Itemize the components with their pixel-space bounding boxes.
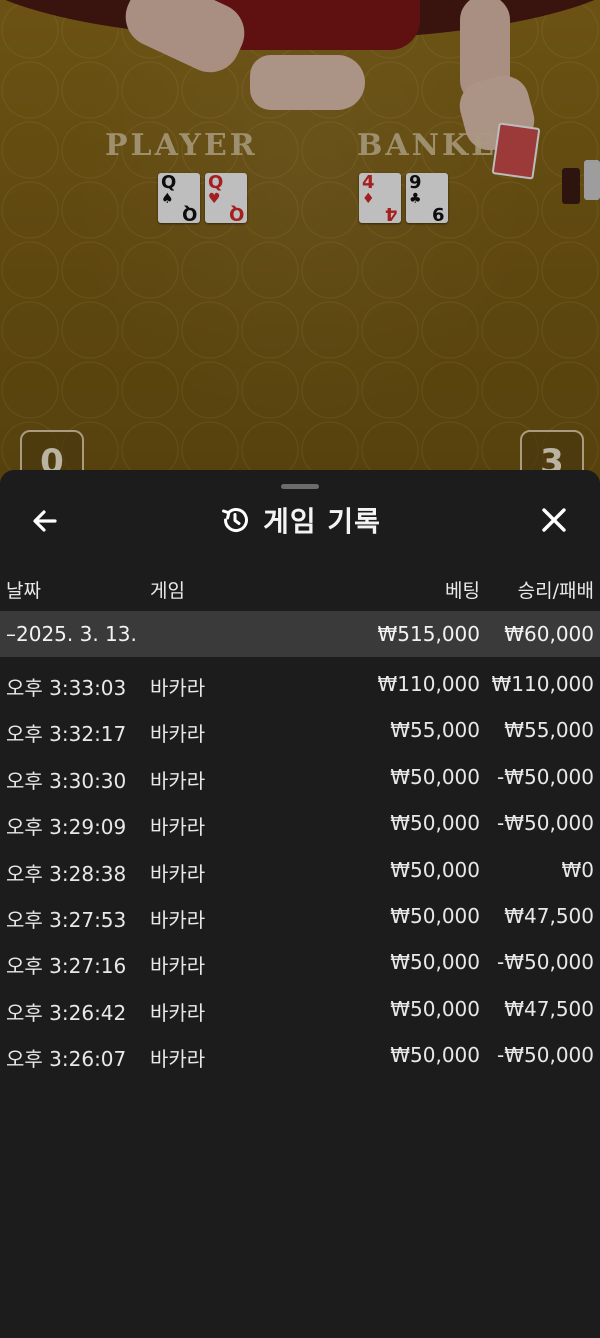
close-icon <box>542 508 566 532</box>
table-header: 날짜 게임 베팅 승리/패배 <box>0 570 600 604</box>
sheet-title: 게임 기록 <box>263 505 381 538</box>
history-row[interactable]: 오후 3:27:16 바카라 ₩50,000 -₩50,000 <box>0 940 600 986</box>
row-bet: ₩55,000 <box>390 718 480 743</box>
history-row[interactable]: 오후 3:26:07 바카라 ₩50,000 -₩50,000 <box>0 1033 600 1079</box>
row-game: 바카라 <box>150 676 206 700</box>
row-time: 오후 3:27:16 <box>6 954 127 979</box>
row-result: ₩47,500 <box>504 903 594 928</box>
row-result: -₩50,000 <box>497 764 594 789</box>
sheet-drag-handle[interactable] <box>281 484 319 489</box>
row-time: 오후 3:29:09 <box>6 815 127 840</box>
sheet-title-wrap: 게임 기록 <box>0 500 600 540</box>
overlay-dim <box>0 0 600 500</box>
row-result: ₩0 <box>561 857 595 882</box>
column-header-game: 게임 <box>150 580 185 602</box>
history-row[interactable]: 오후 3:28:38 바카라 ₩50,000 ₩0 <box>0 848 600 894</box>
row-game: 바카라 <box>150 815 206 840</box>
row-result: ₩55,000 <box>504 718 594 743</box>
history-rows: 오후 3:33:03 바카라 ₩110,000 ₩110,000 오후 3:32… <box>0 662 600 1080</box>
row-game: 바카라 <box>150 861 206 886</box>
day-group-result-total: ₩60,000 <box>504 622 594 646</box>
row-result: -₩50,000 <box>497 811 594 836</box>
row-bet: ₩50,000 <box>390 764 480 789</box>
row-game: 바카라 <box>150 768 206 793</box>
row-bet: ₩50,000 <box>390 903 480 928</box>
column-header-bet: 베팅 <box>445 580 480 602</box>
row-bet: ₩50,000 <box>390 950 480 975</box>
row-game: 바카라 <box>150 722 206 747</box>
history-icon <box>222 508 249 533</box>
row-result: ₩47,500 <box>504 996 594 1021</box>
row-game: 바카라 <box>150 1000 206 1025</box>
row-time: 오후 3:26:07 <box>6 1047 127 1072</box>
row-time: 오후 3:30:30 <box>6 768 127 793</box>
history-row[interactable]: 오후 3:33:03 바카라 ₩110,000 ₩110,000 <box>0 662 600 708</box>
row-time: 오후 3:27:53 <box>6 907 127 932</box>
row-bet: ₩50,000 <box>390 1043 480 1068</box>
row-bet: ₩50,000 <box>390 996 480 1021</box>
row-bet: ₩50,000 <box>390 857 480 882</box>
row-time: 오후 3:33:03 <box>6 676 127 700</box>
row-game: 바카라 <box>150 954 206 979</box>
row-game: 바카라 <box>150 907 206 932</box>
history-row[interactable]: 오후 3:29:09 바카라 ₩50,000 -₩50,000 <box>0 801 600 847</box>
row-result: -₩50,000 <box>497 1043 594 1068</box>
history-row[interactable]: 오후 3:26:42 바카라 ₩50,000 ₩47,500 <box>0 987 600 1033</box>
row-bet: ₩110,000 <box>377 672 480 696</box>
history-row[interactable]: 오후 3:30:30 바카라 ₩50,000 -₩50,000 <box>0 755 600 801</box>
history-row[interactable]: 오후 3:32:17 바카라 ₩55,000 ₩55,000 <box>0 708 600 754</box>
row-game: 바카라 <box>150 1047 206 1072</box>
row-result: -₩50,000 <box>497 950 594 975</box>
row-time: 오후 3:28:38 <box>6 861 127 886</box>
live-table-video: PLAYER BANKE Q ♠ Q Q ♥ Q 4 ♦ 4 9 ♣ 9 0 3 <box>0 0 600 500</box>
row-result: ₩110,000 <box>491 672 594 696</box>
history-row[interactable]: 오후 3:27:53 바카라 ₩50,000 ₩47,500 <box>0 894 600 940</box>
close-button[interactable] <box>536 502 572 538</box>
row-bet: ₩50,000 <box>390 811 480 836</box>
day-group-row[interactable]: –2025. 3. 13. ₩515,000 ₩60,000 <box>0 611 600 657</box>
row-time: 오후 3:32:17 <box>6 722 127 747</box>
day-group-date: –2025. 3. 13. <box>6 622 137 646</box>
column-header-result: 승리/패배 <box>517 580 594 602</box>
day-group-bet-total: ₩515,000 <box>377 622 480 646</box>
column-header-date: 날짜 <box>6 580 41 602</box>
sheet-header: 게임 기록 <box>0 496 600 544</box>
game-history-sheet: 게임 기록 날짜 게임 베팅 승리/패배 –2025. 3. 13. ₩515,… <box>0 470 600 1338</box>
row-time: 오후 3:26:42 <box>6 1000 127 1025</box>
